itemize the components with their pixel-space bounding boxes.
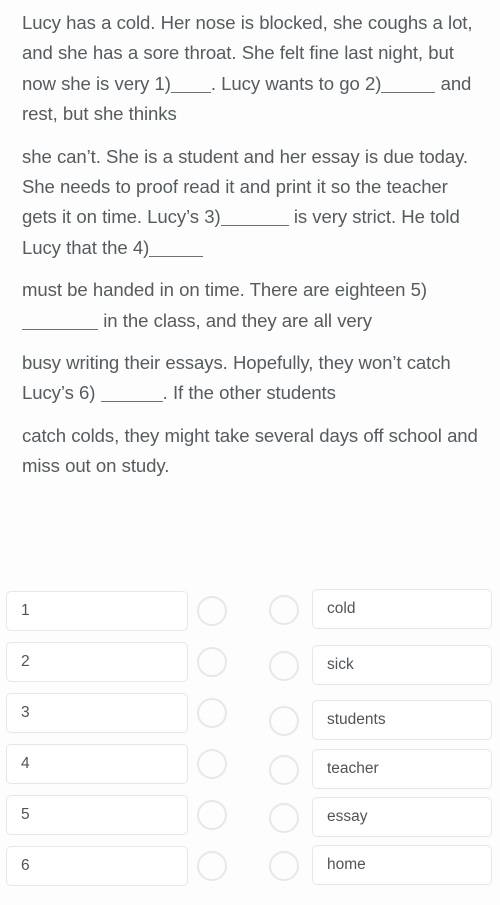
match-right-item-6[interactable]: home [312,845,492,885]
match-left-item-2[interactable]: 2 [6,642,188,682]
match-right-item-label: students [327,711,386,728]
right-connector-1[interactable] [269,595,299,625]
right-connector-3[interactable] [269,706,299,736]
match-right-item-5[interactable]: essay [312,797,492,837]
match-right-item-label: teacher [327,760,379,777]
passage-paragraph: Lucy has a cold. Her nose is blocked, sh… [22,8,478,130]
blank-line-1 [170,79,211,93]
match-left-item-3[interactable]: 3 [6,693,188,733]
match-left-item-label: 2 [21,653,30,670]
match-left-item-5[interactable]: 5 [6,795,188,835]
match-left-item-1[interactable]: 1 [6,591,188,631]
right-connector-5[interactable] [269,803,299,833]
right-connector-6[interactable] [269,851,299,881]
match-right-item-2[interactable]: sick [312,645,492,685]
passage-paragraph: catch colds, they might take several day… [22,421,478,482]
left-connector-2[interactable] [197,647,227,677]
match-left-item-label: 6 [21,857,30,874]
match-right-item-1[interactable]: cold [312,589,492,629]
passage-text-run: . Lucy wants to go 2) [210,72,382,94]
match-left-item-4[interactable]: 4 [6,744,188,784]
passage-paragraph: must be handed in on time. There are eig… [22,275,478,336]
blank-line-2 [381,79,436,93]
passage-paragraph: she can’t. She is a student and her essa… [22,142,478,264]
match-right-item-label: essay [327,808,368,825]
blank-line-3 [220,212,289,227]
match-left-item-label: 3 [21,704,30,721]
match-left-item-6[interactable]: 6 [6,846,188,886]
match-left-item-label: 1 [21,602,30,619]
left-connector-3[interactable] [197,698,227,728]
passage-paragraph: busy writing their essays. Hopefully, th… [22,348,478,409]
right-connector-2[interactable] [269,651,299,681]
passage-text-run: . If the other students [162,382,336,404]
passage-text: Lucy has a cold. Her nose is blocked, sh… [0,0,500,482]
match-left-item-label: 5 [21,806,30,823]
blank-line-4 [149,243,204,257]
right-connector-4[interactable] [269,755,299,785]
blank-line-5 [22,316,98,330]
match-left-item-label: 4 [21,755,30,772]
passage-text-run: must be handed in on time. There are eig… [22,279,427,301]
matching-exercise: 1 2 3 4 5 6 cold sick students teacher essay home [0,585,500,905]
left-connector-1[interactable] [197,596,227,626]
match-right-item-label: home [327,856,366,873]
match-right-item-3[interactable]: students [312,700,492,740]
left-connector-4[interactable] [197,749,227,779]
match-right-item-4[interactable]: teacher [312,749,492,789]
match-right-item-label: sick [327,656,354,673]
left-connector-6[interactable] [197,851,227,881]
match-right-item-label: cold [327,600,356,617]
left-connector-5[interactable] [197,800,227,830]
passage-text-run: in the class, and they are all very [98,309,372,331]
passage-text-run: catch colds, they might take several day… [22,424,478,477]
blank-line-6 [100,388,163,403]
